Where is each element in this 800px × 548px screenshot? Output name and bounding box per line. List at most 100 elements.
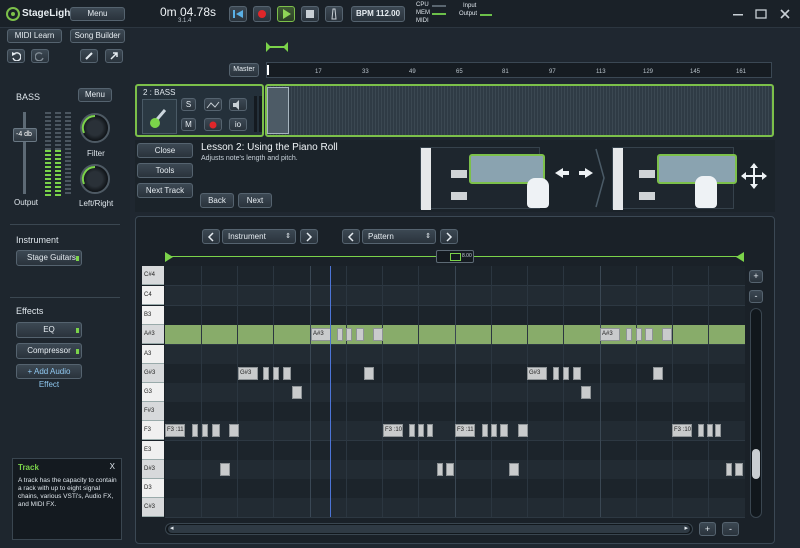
midi-note[interactable] bbox=[446, 463, 454, 476]
piano-key[interactable]: A3 bbox=[142, 345, 164, 364]
effect-slot-eq[interactable]: EQ bbox=[16, 322, 82, 338]
instrument-slot[interactable]: Stage Guitars bbox=[16, 250, 82, 266]
zoom-in-horizontal-button[interactable]: + bbox=[699, 522, 716, 536]
piano-key[interactable]: A#3 bbox=[142, 325, 164, 344]
midi-note[interactable] bbox=[509, 463, 519, 476]
lesson-tools-button[interactable]: Tools bbox=[137, 163, 193, 178]
song-builder-button[interactable]: Song Builder bbox=[70, 29, 125, 43]
piano-key[interactable]: G#3 bbox=[142, 364, 164, 383]
piano-key[interactable]: B3 bbox=[142, 306, 164, 325]
loop-start-handle[interactable] bbox=[165, 252, 173, 262]
midi-note[interactable] bbox=[427, 424, 433, 437]
midi-note[interactable]: A#3 bbox=[311, 328, 331, 341]
stop-button[interactable] bbox=[301, 6, 319, 22]
play-button[interactable] bbox=[277, 6, 295, 22]
midi-note[interactable] bbox=[715, 424, 721, 437]
instrument-prev-button[interactable] bbox=[202, 229, 220, 244]
main-menu-button[interactable]: Menu bbox=[70, 7, 125, 21]
filter-knob[interactable] bbox=[80, 113, 110, 143]
track-header[interactable]: 2 : BASS S M io bbox=[135, 84, 264, 137]
vertical-scroll-thumb[interactable] bbox=[752, 449, 760, 479]
rewind-button[interactable] bbox=[229, 6, 247, 22]
solo-button[interactable]: S bbox=[181, 98, 196, 111]
piano-key[interactable]: G3 bbox=[142, 383, 164, 402]
automation-button[interactable] bbox=[204, 98, 222, 111]
record-button[interactable] bbox=[253, 6, 271, 22]
midi-note[interactable]: G#3 bbox=[527, 367, 547, 380]
midi-note[interactable] bbox=[292, 386, 302, 399]
loop-marker[interactable] bbox=[266, 42, 288, 52]
midi-note[interactable] bbox=[553, 367, 559, 380]
loop-end-handle[interactable] bbox=[736, 252, 744, 262]
timeline-ruler[interactable]: 17 33 49 65 81 97 113 129 145 161 bbox=[266, 62, 772, 78]
lesson-close-button[interactable]: Close bbox=[137, 143, 193, 158]
midi-note[interactable] bbox=[418, 424, 424, 437]
master-button[interactable]: Master bbox=[229, 63, 259, 77]
midi-note[interactable] bbox=[373, 328, 383, 341]
volume-fader-track[interactable] bbox=[23, 112, 26, 194]
volume-fader[interactable]: -4 db bbox=[13, 128, 37, 142]
bpm-display[interactable]: BPM 112.00 bbox=[351, 6, 405, 22]
lesson-back-button[interactable]: Back bbox=[200, 193, 234, 208]
midi-note[interactable] bbox=[409, 424, 415, 437]
midi-note[interactable] bbox=[220, 463, 230, 476]
midi-note[interactable] bbox=[202, 424, 208, 437]
midi-note[interactable] bbox=[192, 424, 198, 437]
midi-note[interactable] bbox=[653, 367, 663, 380]
piano-key[interactable]: D3 bbox=[142, 479, 164, 498]
piano-key[interactable]: E3 bbox=[142, 441, 164, 460]
vertical-scrollbar[interactable] bbox=[750, 308, 762, 518]
pattern-next-button[interactable] bbox=[440, 229, 458, 244]
midi-note[interactable] bbox=[364, 367, 374, 380]
pattern-prev-button[interactable] bbox=[342, 229, 360, 244]
midi-note[interactable] bbox=[563, 367, 569, 380]
maximize-button[interactable] bbox=[755, 8, 767, 20]
piano-key[interactable]: F3 bbox=[142, 421, 164, 440]
track-clip[interactable] bbox=[267, 87, 289, 134]
horizontal-scroll-thumb[interactable] bbox=[168, 525, 690, 533]
midi-note[interactable] bbox=[437, 463, 443, 476]
midi-note[interactable] bbox=[626, 328, 632, 341]
midi-learn-button[interactable]: MIDI Learn bbox=[7, 29, 62, 43]
piano-key[interactable]: F#3 bbox=[142, 402, 164, 421]
midi-note[interactable] bbox=[356, 328, 364, 341]
next-track-button[interactable]: Next Track bbox=[137, 183, 193, 198]
midi-note[interactable] bbox=[263, 367, 269, 380]
midi-note[interactable]: F3 :11 bbox=[165, 424, 185, 437]
close-window-button[interactable] bbox=[779, 8, 791, 20]
piano-key[interactable]: C4 bbox=[142, 286, 164, 305]
midi-note[interactable]: A#3 bbox=[600, 328, 620, 341]
midi-note[interactable] bbox=[645, 328, 653, 341]
zoom-in-vertical-button[interactable]: + bbox=[749, 270, 763, 283]
midi-note[interactable] bbox=[518, 424, 528, 437]
midi-note[interactable] bbox=[636, 328, 642, 341]
scroll-right-icon[interactable]: ▸ bbox=[684, 524, 688, 532]
instrument-select[interactable]: Instrument ⇕ bbox=[222, 229, 296, 244]
volume-button[interactable] bbox=[229, 98, 247, 111]
effect-slot-compressor[interactable]: Compressor bbox=[16, 343, 82, 359]
scroll-left-icon[interactable]: ◂ bbox=[170, 524, 174, 532]
midi-note[interactable] bbox=[482, 424, 488, 437]
loop-length-box[interactable]: 8.00 bbox=[436, 250, 474, 263]
piano-key[interactable]: C#4 bbox=[142, 266, 164, 285]
midi-note[interactable]: F3 :11 bbox=[455, 424, 475, 437]
pattern-select[interactable]: Pattern ⇕ bbox=[362, 229, 436, 244]
metronome-button[interactable] bbox=[325, 6, 343, 22]
pan-knob[interactable] bbox=[80, 164, 110, 194]
piano-key[interactable]: D#3 bbox=[142, 460, 164, 479]
midi-note[interactable] bbox=[273, 367, 279, 380]
piano-key[interactable]: C#3 bbox=[142, 498, 164, 517]
midi-note[interactable] bbox=[500, 424, 508, 437]
midi-note[interactable] bbox=[573, 367, 581, 380]
help-close-button[interactable]: X bbox=[110, 462, 115, 471]
horizontal-scrollbar[interactable]: ◂ ▸ bbox=[165, 523, 693, 535]
select-tool-button[interactable] bbox=[105, 49, 123, 63]
arm-record-button[interactable] bbox=[204, 118, 222, 131]
midi-note[interactable] bbox=[229, 424, 239, 437]
midi-note[interactable] bbox=[337, 328, 343, 341]
add-audio-effect-button[interactable]: + Add Audio Effect bbox=[16, 364, 82, 389]
midi-note[interactable] bbox=[581, 386, 591, 399]
midi-note[interactable] bbox=[707, 424, 713, 437]
midi-note[interactable] bbox=[212, 424, 220, 437]
mute-button[interactable]: M bbox=[181, 118, 196, 131]
